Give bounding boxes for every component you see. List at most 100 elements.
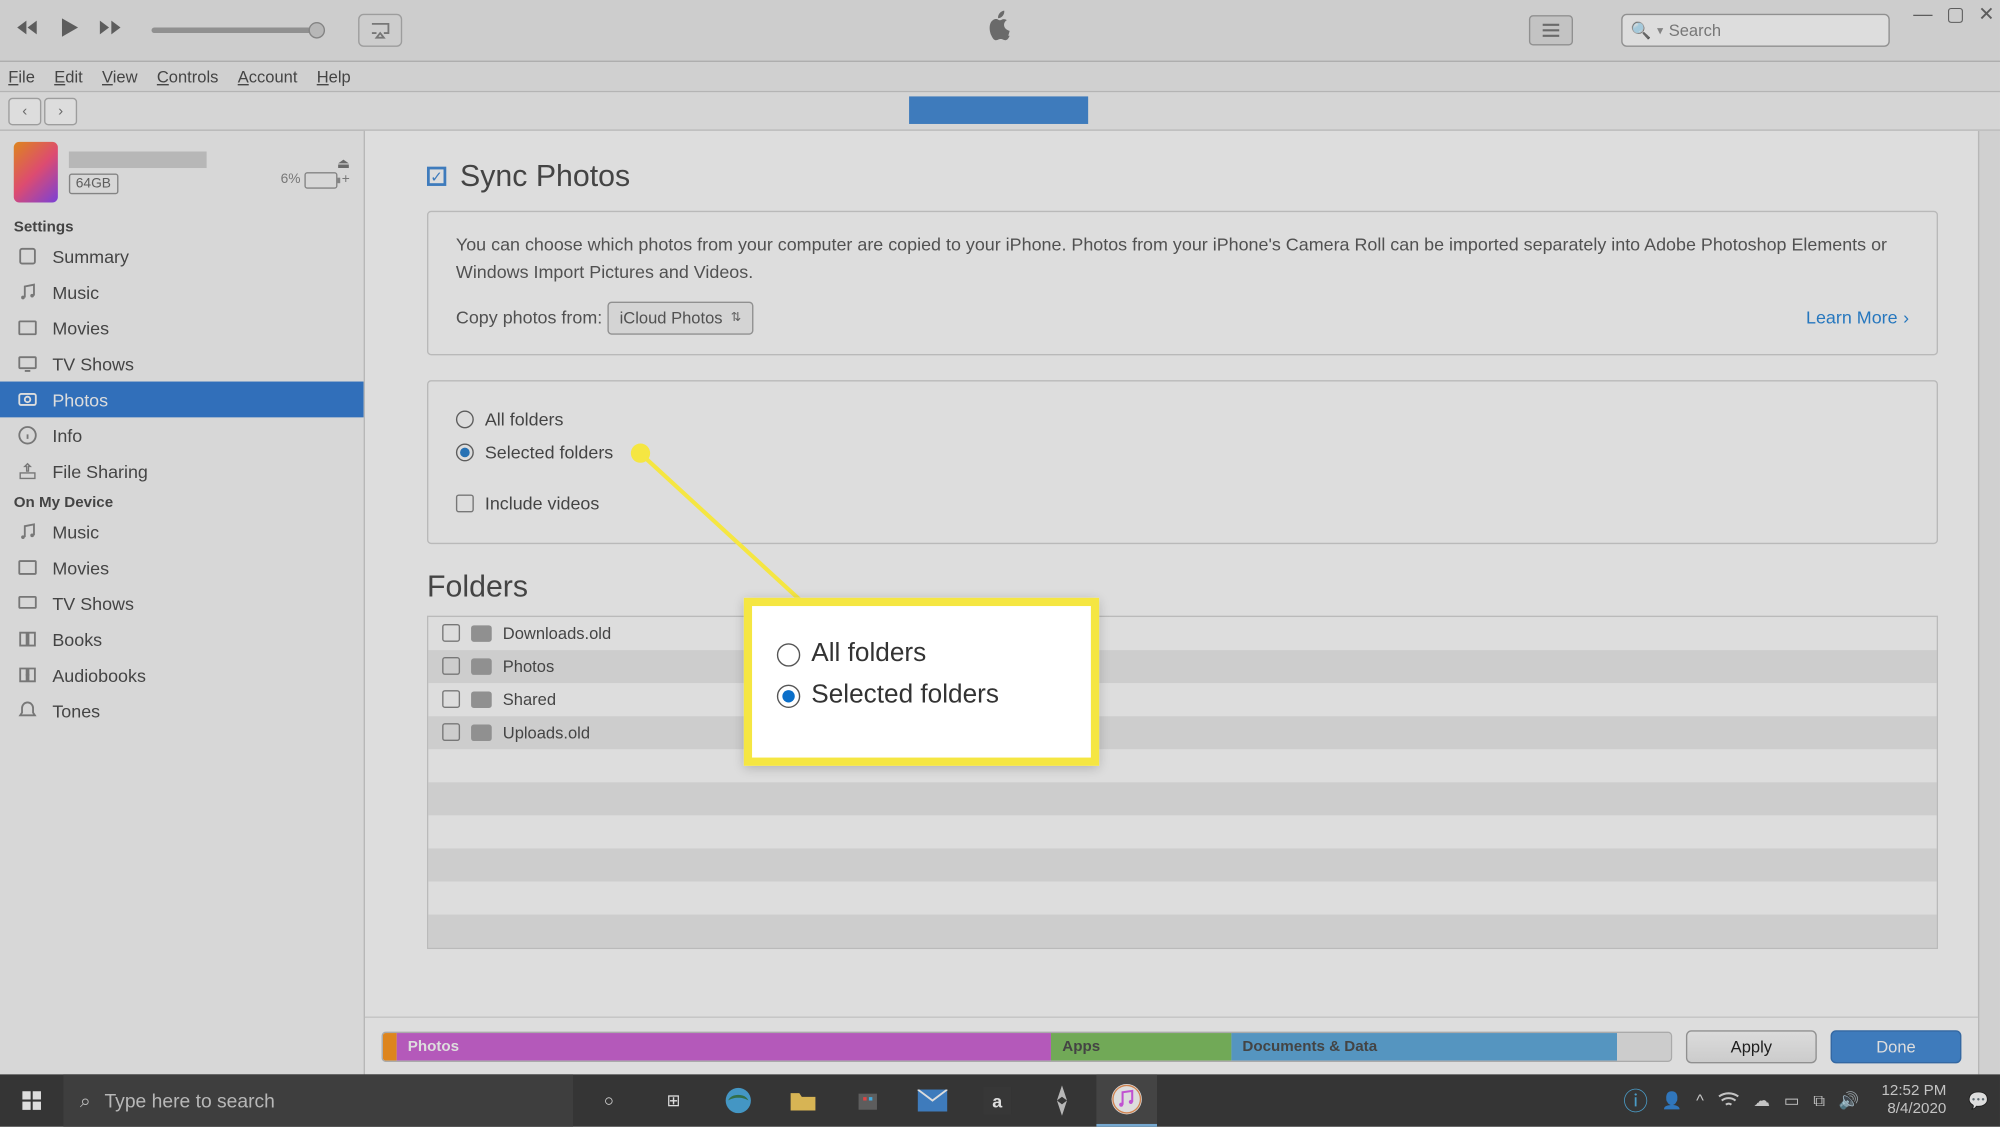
sidebar-device-movies[interactable]: Movies [0, 550, 364, 586]
sidebar-device-books[interactable]: Books [0, 621, 364, 657]
radio-icon [456, 443, 474, 461]
taskbar-search-placeholder: Type here to search [104, 1090, 274, 1112]
sidebar-item-label: Music [52, 521, 99, 542]
folder-checkbox[interactable] [442, 657, 460, 675]
search-input[interactable]: 🔍 ▾ Search [1621, 14, 1890, 47]
cortana-icon[interactable]: ○ [579, 1074, 640, 1126]
apply-button[interactable]: Apply [1686, 1030, 1817, 1063]
radio-icon [456, 411, 474, 429]
folder-row-empty [428, 914, 1936, 947]
menubar: File Edit View Controls Account Help [0, 62, 2000, 92]
people-icon[interactable]: 👤 [1662, 1091, 1683, 1110]
folder-name: Downloads.old [503, 623, 611, 642]
file-explorer-icon[interactable] [773, 1074, 834, 1126]
storage-seg-photos: Photos [397, 1032, 1052, 1060]
minimize-icon[interactable]: — [1913, 3, 1932, 26]
menu-controls[interactable]: Controls [157, 67, 219, 86]
checkbox-label: Include videos [485, 490, 599, 517]
edge-icon[interactable] [708, 1074, 769, 1126]
sidebar-item-movies[interactable]: Movies [0, 310, 364, 346]
folder-icon [471, 724, 492, 741]
done-button[interactable]: Done [1831, 1030, 1962, 1063]
folder-checkbox[interactable] [442, 690, 460, 708]
folder-row[interactable]: Photos [428, 649, 1936, 682]
search-icon: ⌕ [80, 1089, 91, 1112]
copy-from-label: Copy photos from: [456, 307, 602, 328]
taskbar-search[interactable]: ⌕ Type here to search [63, 1074, 573, 1126]
sidebar-item-summary[interactable]: Summary [0, 238, 364, 274]
app-icon[interactable] [1032, 1074, 1093, 1126]
sidebar-item-photos[interactable]: Photos [0, 382, 364, 418]
sync-description-panel: You can choose which photos from your co… [427, 211, 1938, 356]
storage-seg-free [1617, 1032, 1671, 1060]
nav-back-button[interactable]: ‹ [8, 97, 41, 125]
sidebar-device-audiobooks[interactable]: Audiobooks [0, 657, 364, 693]
list-view-button[interactable] [1529, 15, 1573, 45]
copy-from-dropdown[interactable]: iCloud Photos⇅ [607, 302, 753, 335]
folder-row[interactable]: Shared [428, 683, 1936, 716]
sync-checkbox[interactable]: ✓ [427, 167, 446, 186]
store-icon[interactable] [837, 1074, 898, 1126]
sidebar-device-music[interactable]: Music [0, 514, 364, 550]
nav-forward-button[interactable]: › [44, 97, 77, 125]
callout-radio-selected: Selected folders [777, 680, 1066, 710]
menu-file[interactable]: File [8, 67, 35, 86]
chevron-updown-icon: ⇅ [731, 309, 741, 328]
folder-row-empty [428, 848, 1936, 881]
task-view-icon[interactable]: ⊞ [643, 1074, 704, 1126]
sidebar-item-label: Movies [52, 317, 109, 338]
maximize-icon[interactable]: ▢ [1946, 3, 1964, 26]
sidebar-item-tvshows[interactable]: TV Shows [0, 346, 364, 382]
wifi-icon[interactable] [1718, 1090, 1740, 1111]
mail-icon[interactable] [902, 1074, 963, 1126]
sidebar-device-tones[interactable]: Tones [0, 693, 364, 729]
clock-date: 8/4/2020 [1881, 1101, 1946, 1119]
player-toolbar: 🔍 ▾ Search — ▢ ✕ [0, 0, 2000, 62]
folder-checkbox[interactable] [442, 624, 460, 642]
play-icon[interactable] [55, 13, 83, 47]
onedrive-icon[interactable]: ☁ [1754, 1091, 1771, 1110]
radio-selected-folders[interactable]: Selected folders [456, 439, 1909, 466]
sidebar-item-label: TV Shows [52, 353, 134, 374]
eject-icon[interactable]: ⏏ [281, 156, 350, 171]
taskbar-clock[interactable]: 12:52 PM 8/4/2020 [1873, 1082, 1954, 1118]
volume-slider[interactable] [152, 28, 317, 34]
help-icon[interactable]: ⓘ [1623, 1083, 1648, 1119]
sound-icon[interactable]: 🔊 [1839, 1091, 1860, 1110]
battery-tray-icon[interactable]: ▭ [1784, 1091, 1800, 1110]
sidebar-section-settings: Settings [0, 213, 364, 238]
forward-icon[interactable] [96, 13, 124, 47]
menu-view[interactable]: View [102, 67, 138, 86]
vertical-scrollbar[interactable] [1978, 131, 2000, 1075]
close-icon[interactable]: ✕ [1978, 3, 1994, 26]
sidebar-item-filesharing[interactable]: File Sharing [0, 453, 364, 489]
sidebar-item-music[interactable]: Music [0, 274, 364, 310]
sidebar-item-label: Movies [52, 557, 109, 578]
folder-icon [471, 691, 492, 708]
sync-title: Sync Photos [460, 158, 630, 194]
folder-row[interactable]: Downloads.old [428, 616, 1936, 649]
folder-row[interactable]: Uploads.old [428, 716, 1936, 749]
start-button[interactable] [0, 1074, 63, 1126]
radio-all-folders[interactable]: All folders [456, 406, 1909, 433]
menu-account[interactable]: Account [238, 67, 298, 86]
sidebar-device-tvshows[interactable]: TV Shows [0, 585, 364, 621]
tray-chevron-icon[interactable]: ^ [1696, 1091, 1704, 1110]
notifications-icon[interactable]: 💬 [1968, 1091, 1989, 1110]
rewind-icon[interactable] [14, 13, 42, 47]
airplay-button[interactable] [358, 14, 402, 47]
menu-help[interactable]: Help [317, 67, 351, 86]
checkbox-include-videos[interactable]: Include videos [456, 490, 1909, 517]
sidebar-item-info[interactable]: Info [0, 417, 364, 453]
folder-checkbox[interactable] [442, 723, 460, 741]
sidebar-item-label: TV Shows [52, 593, 134, 614]
apple-logo-icon [983, 8, 1016, 53]
menu-edit[interactable]: Edit [54, 67, 83, 86]
learn-more-link[interactable]: Learn More› [1806, 305, 1909, 332]
system-tray: ⓘ 👤 ^ ☁ ▭ ⧉ 🔊 12:52 PM 8/4/2020 💬 [1612, 1082, 2000, 1118]
itunes-icon[interactable] [1096, 1074, 1157, 1126]
sidebar-item-label: Summary [52, 246, 129, 267]
sidebar: 64GB ⏏ 6%+ Settings Summary Music Movies… [0, 131, 365, 1075]
dropbox-icon[interactable]: ⧉ [1813, 1090, 1825, 1111]
amazon-icon[interactable]: a [967, 1074, 1028, 1126]
